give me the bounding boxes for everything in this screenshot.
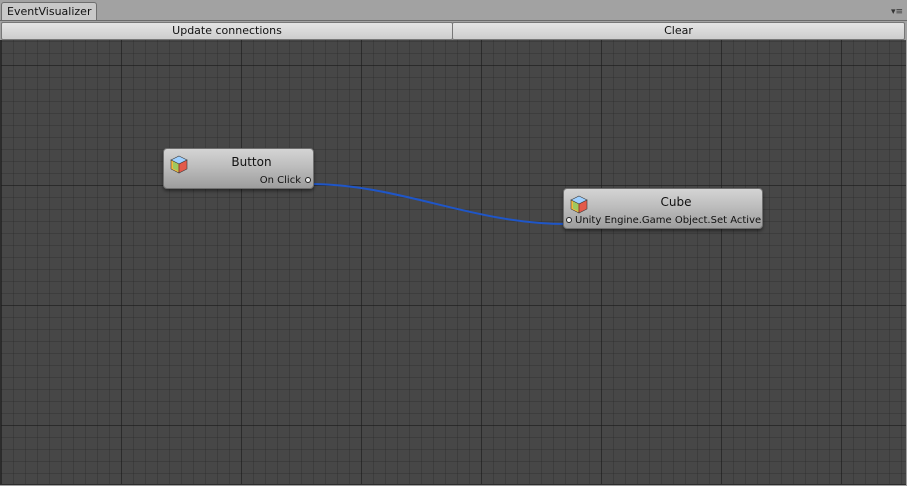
input-port[interactable] bbox=[566, 217, 572, 223]
node-title: Button bbox=[231, 155, 272, 169]
graph-canvas[interactable]: Button On Click Cube Unity Engine.Game O… bbox=[0, 40, 906, 485]
tab-event-visualizer[interactable]: EventVisualizer bbox=[1, 2, 98, 20]
event-visualizer-window: EventVisualizer ▾≡ Update connections Cl… bbox=[0, 0, 907, 486]
node-button[interactable]: Button On Click bbox=[163, 148, 314, 189]
node-cube[interactable]: Cube Unity Engine.Game Object.Set Active bbox=[563, 188, 763, 229]
port-label: Unity Engine.Game Object.Set Active bbox=[575, 215, 762, 226]
toolbar: Update connections Clear bbox=[0, 20, 907, 40]
window-menu-icon[interactable]: ▾≡ bbox=[891, 8, 903, 17]
port-row: On Click bbox=[164, 174, 313, 188]
gameobject-cube-icon bbox=[170, 155, 188, 174]
tab-bar: EventVisualizer ▾≡ bbox=[0, 0, 907, 20]
connection-line bbox=[308, 183, 568, 225]
port-row: Unity Engine.Game Object.Set Active bbox=[564, 214, 762, 228]
port-label: On Click bbox=[259, 175, 301, 186]
clear-button[interactable]: Clear bbox=[452, 22, 905, 40]
update-connections-button[interactable]: Update connections bbox=[1, 22, 453, 40]
gameobject-cube-icon bbox=[570, 195, 588, 214]
connections-layer bbox=[308, 183, 568, 225]
output-port[interactable] bbox=[305, 177, 311, 183]
node-title: Cube bbox=[660, 195, 692, 209]
